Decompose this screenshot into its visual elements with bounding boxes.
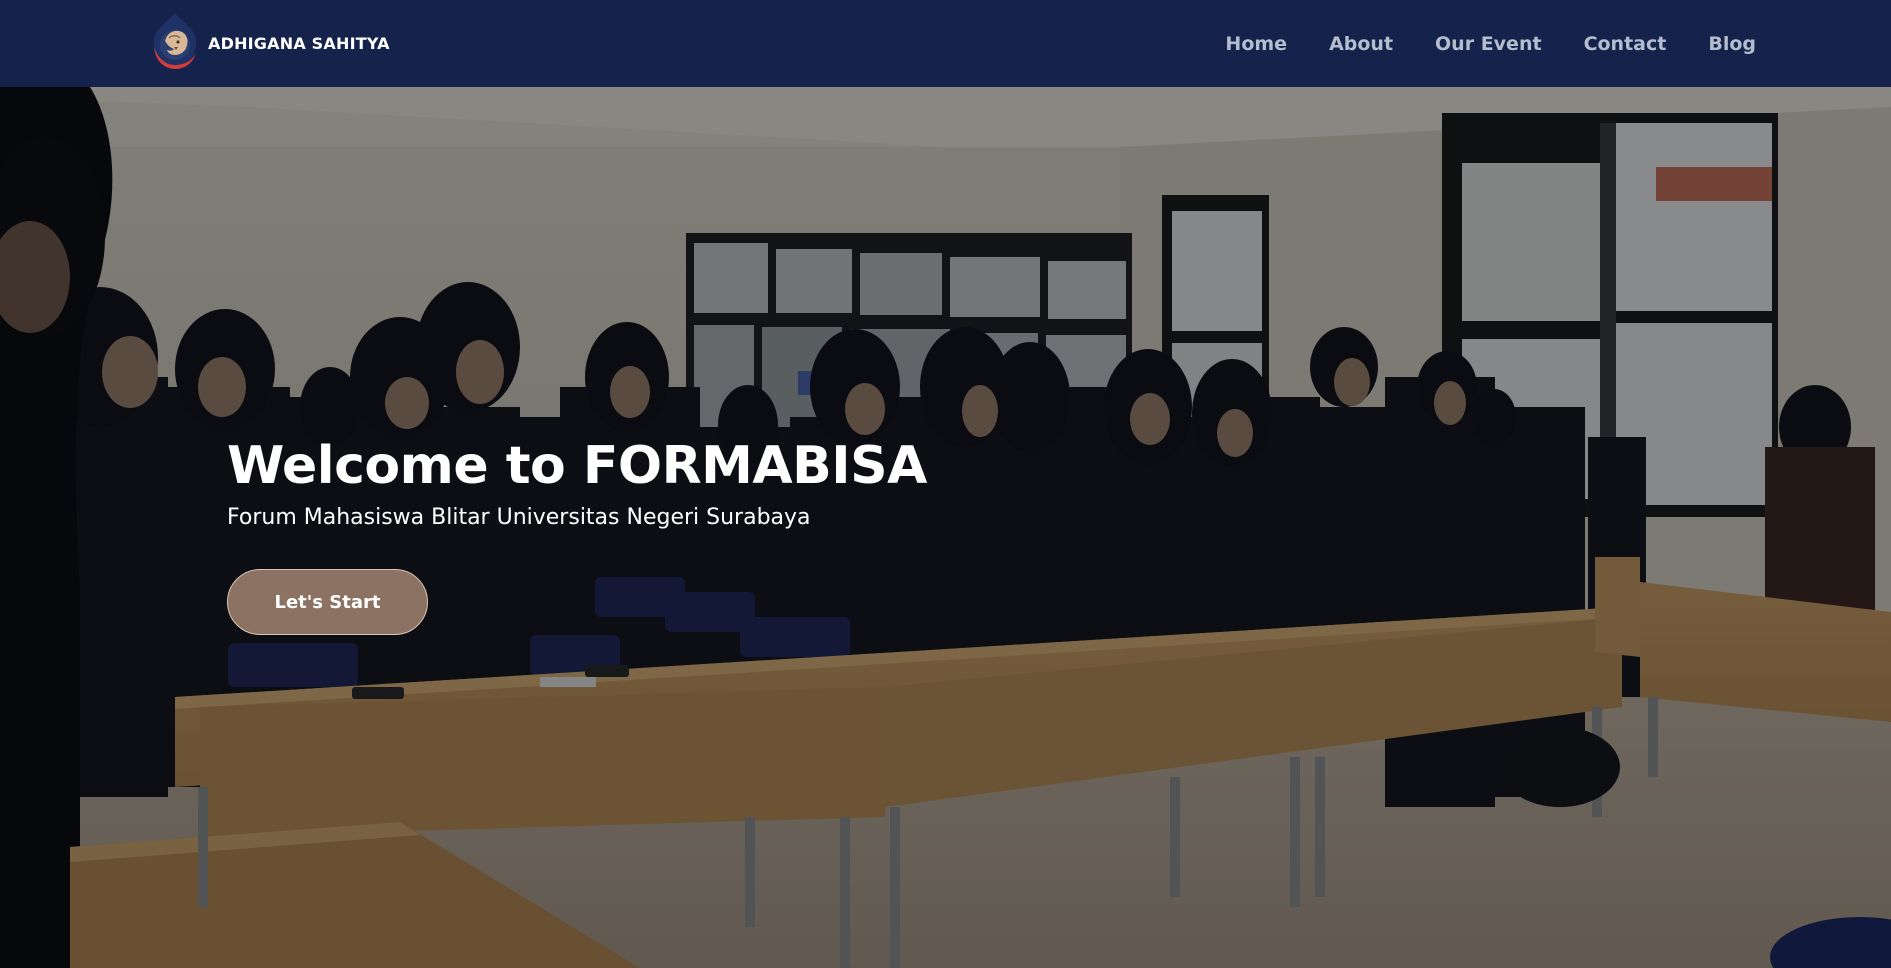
nav-link-home[interactable]: Home <box>1225 33 1287 55</box>
hero-content: Welcome to FORMABISA Forum Mahasiswa Bli… <box>227 435 927 635</box>
brand-home-link[interactable]: ADHIGANA SAHITYA <box>148 11 390 75</box>
nav-link-contact[interactable]: Contact <box>1584 33 1667 55</box>
lets-start-button[interactable]: Let's Start <box>227 569 428 635</box>
nav-links: Home About Our Event Contact Blog <box>1225 0 1756 87</box>
top-navbar: ADHIGANA SAHITYA Home About Our Event Co… <box>0 0 1891 87</box>
lion-head-icon <box>154 13 196 69</box>
hero-title: Welcome to FORMABISA <box>227 436 927 496</box>
nav-link-our-event[interactable]: Our Event <box>1435 33 1542 55</box>
brand-name: ADHIGANA SAHITYA <box>208 33 390 53</box>
nav-link-about[interactable]: About <box>1329 33 1393 55</box>
nav-link-blog[interactable]: Blog <box>1708 33 1756 55</box>
hero-section: Welcome to FORMABISA Forum Mahasiswa Bli… <box>0 87 1891 968</box>
hero-subtitle: Forum Mahasiswa Blitar Universitas Neger… <box>227 505 811 530</box>
